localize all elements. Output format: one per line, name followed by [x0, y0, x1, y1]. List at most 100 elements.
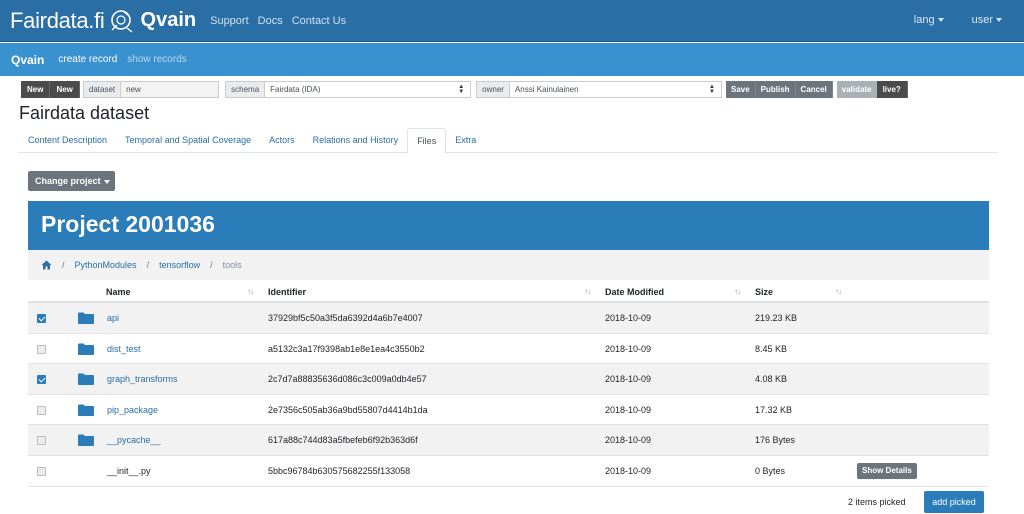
folder-icon	[78, 312, 94, 324]
file-identifier: a5132c3a17f9398ab1e8e1ea4c3550b2	[268, 343, 425, 354]
owner-value: Anssi Kainulainen	[514, 85, 579, 94]
row-checkbox[interactable]	[37, 375, 46, 385]
tab-files[interactable]: Files	[407, 128, 447, 154]
file-size: 219.23 KB	[755, 313, 798, 323]
breadcrumb-item[interactable]: PythonModules	[75, 260, 137, 270]
lang-label: lang	[913, 14, 935, 26]
sort-icon[interactable]: ↑↓	[734, 287, 741, 296]
subnav-create-record[interactable]: create record	[58, 54, 117, 65]
change-project-label: Change project	[35, 176, 101, 186]
file-name[interactable]: __pycache__	[107, 435, 161, 445]
row-checkbox[interactable]	[37, 466, 46, 476]
nav-support[interactable]: Support	[210, 15, 249, 27]
file-size: 176 Bytes	[755, 435, 796, 446]
picked-count: 2 items picked	[848, 497, 906, 507]
change-project-button[interactable]: Change project	[28, 171, 115, 191]
breadcrumb-separator: /	[62, 260, 65, 270]
file-date: 2018-10-09	[605, 313, 652, 323]
cancel-button[interactable]: Cancel	[795, 81, 833, 98]
breadcrumb-item[interactable]: tensorflow	[159, 260, 200, 270]
file-identifier: 37929bf5c50a3f5da6392d4a6b7e4007	[268, 313, 423, 323]
file-size: 8.45 KB	[755, 343, 788, 354]
select-updown-icon: ▲ ▼	[709, 84, 715, 95]
table-row[interactable]: api 37929bf5c50a3f5da6392d4a6b7e4007 201…	[28, 303, 989, 334]
file-identifier: 617a88c744d83a5fbefeb6f92b363d6f	[268, 435, 418, 446]
dataset-label: dataset	[82, 81, 122, 98]
file-date: 2018-10-09	[605, 435, 652, 446]
nav-contact[interactable]: Contact Us	[292, 15, 346, 27]
owner-select[interactable]: Anssi Kainulainen ▲ ▼	[509, 81, 722, 98]
home-icon[interactable]	[41, 260, 52, 270]
folder-icon	[78, 434, 94, 447]
tab-actors[interactable]: Actors	[260, 128, 304, 152]
fairdata-logo-icon	[110, 9, 132, 33]
table-header: Name ↑↓ Identifier ↑↓ Date Modified ↑↓ S…	[28, 283, 989, 303]
save-button[interactable]: Save	[725, 81, 756, 98]
file-size: 17.32 KB	[755, 404, 793, 415]
table-row[interactable]: dist_test a5132c3a17f9398ab1e8e1ea4c3550…	[28, 334, 989, 365]
table-row[interactable]: __pycache__ 617a88c744d83a5fbefeb6f92b36…	[28, 425, 989, 456]
tab-content-description[interactable]: Content Description	[19, 128, 116, 152]
folder-icon	[78, 404, 94, 416]
sub-navbar: Qvain create record show records	[0, 43, 1024, 76]
top-nav: Support Docs Contact Us	[210, 15, 355, 27]
sort-icon[interactable]: ↑↓	[835, 287, 842, 296]
table-row[interactable]: pip_package 2e7356c505ab36a9bd55807d4414…	[28, 395, 989, 426]
tab-temporal-spatial[interactable]: Temporal and Spatial Coverage	[116, 128, 260, 152]
brand[interactable]: Fairdata.fi Qvain	[10, 8, 196, 34]
brand-app-name: Qvain	[140, 9, 197, 31]
table-row[interactable]: graph_transforms 2c7d7a88835636d086c3c00…	[28, 364, 989, 395]
file-date: 2018-10-09	[605, 343, 652, 354]
row-checkbox[interactable]	[37, 314, 46, 323]
project-title: Project 2001036	[28, 201, 989, 250]
folder-icon	[78, 373, 94, 386]
lang-dropdown[interactable]: lang	[900, 14, 944, 26]
file-size: 0 Bytes	[755, 465, 786, 476]
chevron-down-icon	[937, 18, 944, 23]
file-table: Name ↑↓ Identifier ↑↓ Date Modified ↑↓ S…	[28, 283, 989, 487]
dataset-field[interactable]: new	[121, 81, 220, 98]
nav-docs[interactable]: Docs	[258, 15, 283, 27]
new-button-2[interactable]: New	[50, 81, 80, 98]
tab-relations-history[interactable]: Relations and History	[304, 128, 408, 152]
column-header-identifier[interactable]: Identifier	[268, 287, 306, 297]
live-toggle[interactable]: live?	[876, 81, 908, 98]
schema-select[interactable]: Fairdata (IDA) ▲ ▼	[265, 81, 472, 98]
sort-icon[interactable]: ↑↓	[584, 287, 591, 296]
file-name[interactable]: graph_transforms	[107, 374, 178, 384]
publish-button[interactable]: Publish	[755, 81, 796, 98]
row-checkbox[interactable]	[37, 344, 46, 354]
top-navbar: Fairdata.fi Qvain Support Docs Contact U…	[0, 0, 1024, 42]
row-checkbox[interactable]	[37, 436, 46, 446]
new-button[interactable]: New	[21, 81, 51, 98]
show-details-button[interactable]: Show Details	[857, 462, 917, 479]
folder-icon	[78, 343, 94, 355]
file-name[interactable]: api	[107, 313, 119, 323]
file-date: 2018-10-09	[605, 374, 652, 385]
validate-button[interactable]: validate	[836, 81, 877, 98]
owner-label: owner	[476, 81, 510, 98]
breadcrumb-separator: /	[210, 260, 213, 270]
file-date: 2018-10-09	[605, 404, 652, 415]
record-toolbar: New New dataset new schema Fairdata (IDA…	[21, 81, 908, 98]
tab-extra[interactable]: Extra	[446, 128, 485, 152]
file-identifier: 2c7d7a88835636d086c3c009a0db4e57	[268, 374, 427, 385]
subnav-show-records[interactable]: show records	[127, 54, 186, 65]
chevron-down-icon	[103, 179, 110, 184]
file-name[interactable]: dist_test	[107, 344, 141, 354]
user-dropdown[interactable]: user	[958, 14, 1002, 26]
row-checkbox[interactable]	[37, 405, 46, 415]
schema-label: schema	[225, 81, 266, 98]
table-row[interactable]: __init__.py 5bbc96784b630575682255f13305…	[28, 456, 989, 487]
schema-value: Fairdata (IDA)	[270, 85, 321, 94]
column-header-size[interactable]: Size	[755, 287, 773, 297]
breadcrumb-separator: /	[146, 260, 150, 270]
file-name[interactable]: pip_package	[107, 405, 158, 415]
breadcrumb-current: tools	[222, 260, 242, 270]
column-header-date[interactable]: Date Modified	[605, 287, 664, 297]
add-picked-button[interactable]: add picked	[924, 491, 984, 513]
column-header-name[interactable]: Name	[106, 287, 131, 297]
subnav-app-name[interactable]: Qvain	[11, 53, 44, 67]
sort-icon[interactable]: ↑↓	[247, 287, 254, 296]
brand-name: Fairdata.fi	[10, 7, 105, 33]
